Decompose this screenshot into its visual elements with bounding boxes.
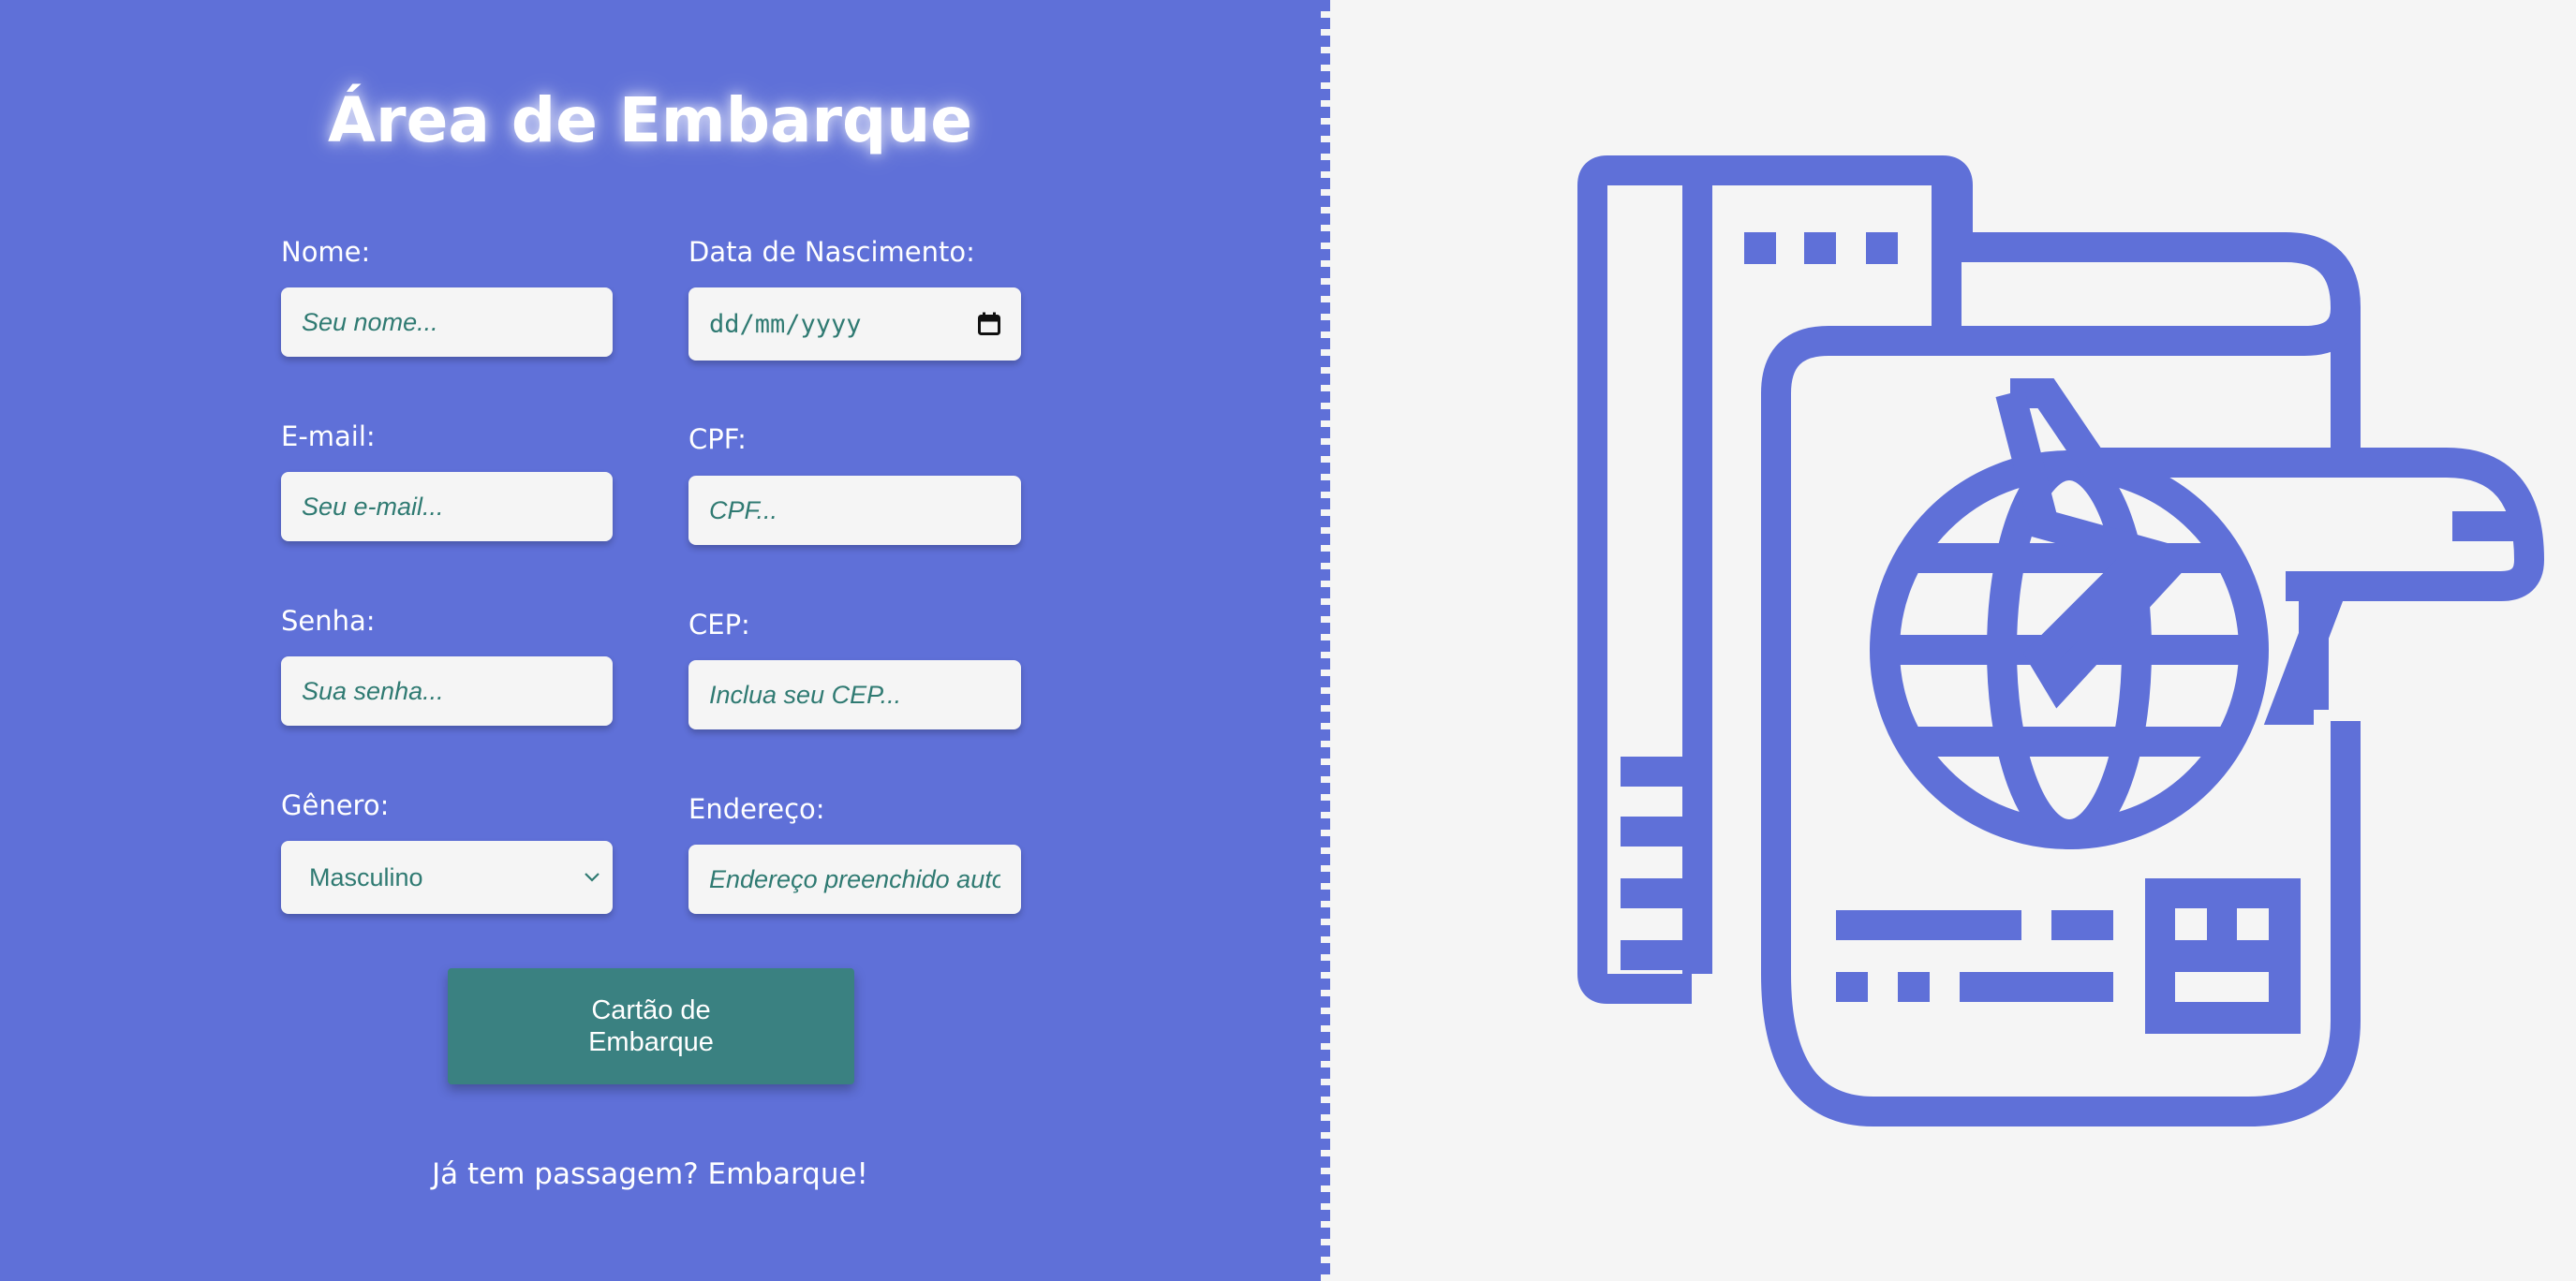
endereco-input[interactable] xyxy=(688,845,1021,914)
chevron-down-icon xyxy=(585,873,600,882)
date-placeholder: dd/mm/yyyy xyxy=(709,309,862,339)
genero-label: Gênero: xyxy=(281,789,390,821)
cpf-input[interactable] xyxy=(688,476,1021,545)
cep-input[interactable] xyxy=(688,660,1021,729)
nascimento-label: Data de Nascimento: xyxy=(688,236,975,268)
email-label: E-mail: xyxy=(281,420,376,452)
boarding-pass-button[interactable]: Cartão de Embarque xyxy=(448,968,854,1084)
perforated-divider xyxy=(1321,0,1330,1281)
nome-label: Nome: xyxy=(281,236,371,268)
login-link[interactable]: Já tem passagem? Embarque! xyxy=(0,1157,1300,1191)
senha-label: Senha: xyxy=(281,605,376,637)
nome-input[interactable] xyxy=(281,287,613,357)
genero-select[interactable]: Masculino xyxy=(281,841,613,914)
nascimento-date-input[interactable]: dd/mm/yyyy xyxy=(688,287,1021,361)
passport-globe-airplane-icon xyxy=(1577,155,2545,1126)
calendar-icon[interactable] xyxy=(978,312,1000,336)
cpf-label: CPF: xyxy=(688,423,747,455)
endereco-label: Endereço: xyxy=(688,793,825,825)
senha-input[interactable] xyxy=(281,656,613,726)
registration-panel: Área de Embarque Nome: Data de Nasciment… xyxy=(0,0,1321,1281)
genero-selected-value: Masculino xyxy=(309,862,423,891)
cep-label: CEP: xyxy=(688,609,750,640)
email-input[interactable] xyxy=(281,472,613,541)
page-title: Área de Embarque xyxy=(327,84,973,156)
